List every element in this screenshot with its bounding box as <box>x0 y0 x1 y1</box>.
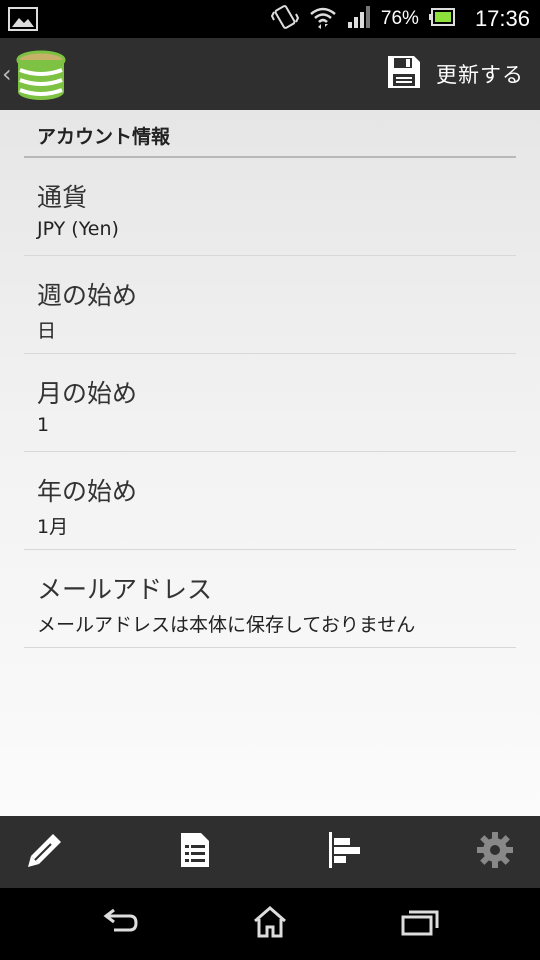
pref-summary: 日 <box>37 320 57 342</box>
app-logo-icon[interactable] <box>10 50 68 104</box>
pref-summary: 1 <box>37 414 50 436</box>
section-title: アカウント情報 <box>37 126 171 148</box>
update-button[interactable]: 更新する <box>386 52 524 96</box>
report-tab-button[interactable] <box>315 830 375 874</box>
section-header: アカウント情報 <box>24 110 516 158</box>
recent-apps-button[interactable] <box>390 904 450 944</box>
pref-year-start[interactable]: 年の始め 1月 <box>24 452 516 550</box>
settings-list: アカウント情報 通貨 JPY (Yen) 週の始め 日 月の始め 1 年の始め … <box>0 110 540 816</box>
recent-apps-icon <box>401 908 439 940</box>
pref-title: 通貨 <box>37 183 88 212</box>
bottom-toolbar <box>0 816 540 888</box>
pref-title: 週の始め <box>37 281 138 310</box>
pref-title: メールアドレス <box>37 575 213 604</box>
settings-tab-button[interactable] <box>465 830 525 874</box>
signal-icon <box>347 6 371 32</box>
back-icon <box>100 908 140 940</box>
home-button[interactable] <box>240 904 300 944</box>
pref-summary: メールアドレスは本体に保存しておりません <box>37 614 416 636</box>
status-bar: 76% 17:36 <box>0 0 540 38</box>
gear-icon <box>476 831 514 873</box>
pen-icon <box>25 830 65 874</box>
vibrate-icon <box>270 4 300 34</box>
navigation-bar <box>0 888 540 960</box>
pref-summary: 1月 <box>37 516 69 538</box>
pref-title: 年の始め <box>37 477 138 506</box>
gallery-icon <box>8 7 38 35</box>
pref-month-start[interactable]: 月の始め 1 <box>24 354 516 452</box>
action-bar: ‹ 更新する <box>0 38 540 110</box>
battery-icon <box>428 7 457 31</box>
pref-email[interactable]: メールアドレス メールアドレスは本体に保存しておりません <box>24 550 516 648</box>
pref-summary: JPY (Yen) <box>37 218 119 240</box>
list-tab-button[interactable] <box>165 830 225 874</box>
list-icon <box>179 831 211 873</box>
update-label: 更新する <box>436 63 524 87</box>
pref-title: 月の始め <box>37 379 138 408</box>
back-button[interactable] <box>90 904 150 944</box>
clock: 17:36 <box>474 6 530 31</box>
input-tab-button[interactable] <box>15 830 75 874</box>
pref-week-start[interactable]: 週の始め 日 <box>24 256 516 354</box>
bar-chart-icon <box>327 830 363 874</box>
pref-currency[interactable]: 通貨 JPY (Yen) <box>24 158 516 256</box>
wifi-icon <box>309 5 337 33</box>
save-icon <box>386 54 422 94</box>
home-icon <box>252 905 288 943</box>
battery-percent: 76% <box>380 8 419 29</box>
